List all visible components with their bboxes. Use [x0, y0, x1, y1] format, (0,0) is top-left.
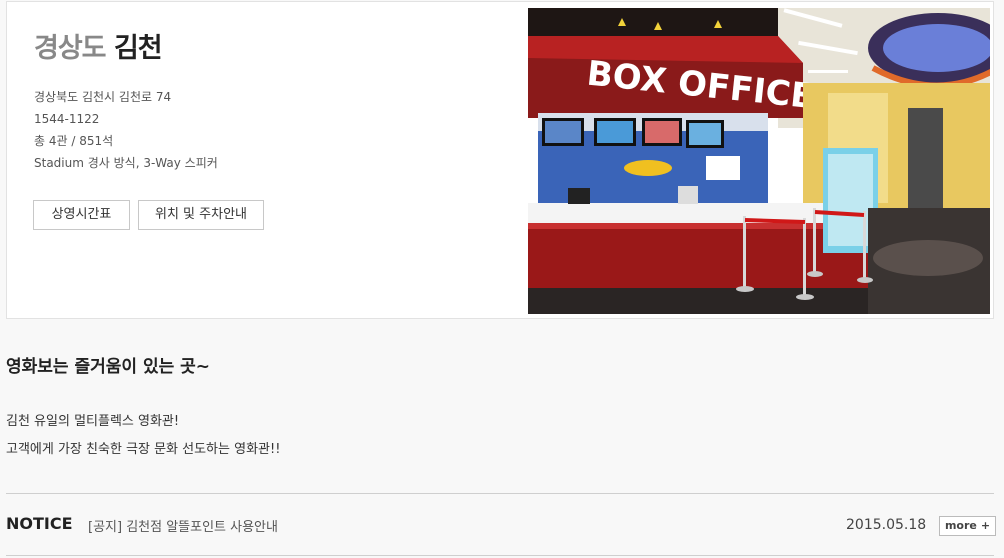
- theater-title: 경상도 김천: [34, 26, 163, 65]
- intro-line-1: 김천 유일의 멀티플렉스 영화관!: [6, 414, 180, 429]
- schedule-button[interactable]: 상영시간표: [33, 200, 130, 230]
- notice-label: NOTICE: [6, 514, 73, 533]
- theater-intro: 김천 유일의 멀티플렉스 영화관! 고객에게 가장 친숙한 극장 문화 선도하는…: [6, 408, 280, 464]
- theater-details: 경상북도 김천시 김천로 74 1544-1122 총 4관 / 851석 St…: [34, 86, 218, 174]
- halls-text: 총 4관 / 851석: [34, 134, 114, 148]
- notice-title-link[interactable]: [공지] 김천점 알뜰포인트 사용안내: [88, 516, 278, 535]
- region-name: 경상도: [34, 33, 107, 64]
- plus-icon: +: [980, 519, 991, 532]
- notice-bottom-divider: [6, 555, 994, 556]
- notice-date: 2015.05.18: [846, 517, 927, 533]
- theater-slogan: 영화보는 즐거움이 있는 곳~: [6, 357, 211, 377]
- notice-more-button[interactable]: more +: [939, 516, 996, 536]
- address-text: 경상북도 김천시 김천로 74: [34, 90, 172, 104]
- city-name: 김천: [113, 33, 163, 64]
- box-office-photo: BOX OFFICE: [528, 8, 990, 314]
- notice-top-divider: [6, 493, 994, 494]
- intro-line-2: 고객에게 가장 친숙한 극장 문화 선도하는 영화관!!: [6, 442, 281, 457]
- theater-info-card: 경상도 김천 경상북도 김천시 김천로 74 1544-1122 총 4관 / …: [6, 1, 994, 319]
- more-label: more: [944, 519, 977, 532]
- phone-text: 1544-1122: [34, 112, 100, 126]
- features-text: Stadium 경사 방식, 3-Way 스피커: [34, 156, 218, 170]
- location-parking-button[interactable]: 위치 및 주차안내: [138, 200, 264, 230]
